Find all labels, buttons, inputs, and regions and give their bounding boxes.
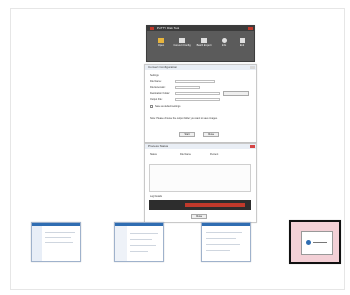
thumb-line [130,251,148,252]
destination-label: Destination Folder: [150,92,171,95]
output-label: Output File: [150,98,163,101]
thumb-line [45,237,71,238]
save-default-checkbox[interactable] [150,105,153,108]
info-icon [306,240,311,245]
status-col-file: File Name [180,153,191,156]
dialog-title-bar: Convert Configuration [145,65,256,70]
file-ext-field[interactable] [175,86,200,89]
folder-icon [158,38,164,43]
info-icon [221,38,227,43]
dialog-note: Note: Please choose the output folder yo… [150,117,218,120]
start-button[interactable]: Start [179,132,195,137]
thumb-line [206,232,242,233]
toolbar-button-convert[interactable]: Convert Config [173,36,191,56]
thumb-line [45,232,75,233]
thumb-line [130,245,156,246]
thumb-line [130,233,158,234]
thumb-line [206,250,230,251]
main-window: PuTTY Disk Tool Open Convert Config Batc… [146,25,255,62]
close-icon[interactable] [250,66,255,69]
thumbnail-alert-dialog[interactable] [289,220,341,264]
browse-button[interactable] [223,91,249,96]
settings-label: Settings [150,74,159,77]
log-area[interactable] [149,164,251,192]
thumb-alert-box [301,231,333,255]
close-button[interactable]: Close [203,132,219,137]
thumbnail-settings-form[interactable] [114,222,164,262]
toolbar-button-exit[interactable]: Exit [235,36,249,56]
status-close-button[interactable]: Close [191,214,207,219]
thumbnail-options-dialog[interactable] [201,222,251,262]
progress-fill [185,203,245,207]
main-title-bar: PuTTY Disk Tool [147,26,254,31]
status-col-percent: Percent [210,153,219,156]
save-default-label: Save as default settings [155,105,181,108]
export-icon [201,38,207,43]
thumb-sidebar [32,226,42,261]
destination-field[interactable] [175,92,220,95]
gallery-panel: PuTTY Disk Tool Open Convert Config Batc… [10,8,345,290]
toolbar-button-batch[interactable]: Batch Export [195,36,213,56]
thumb-line [45,242,73,243]
file-name-field[interactable] [175,80,215,83]
close-icon[interactable] [250,145,255,148]
thumbnail-explorer[interactable] [31,222,81,262]
app-logo-icon [150,26,154,30]
progress-bar [149,200,251,210]
toolbar: Open Convert Config Batch Export Info Ex… [153,36,249,56]
thumb-line [130,239,152,240]
status-col-status: Status [150,153,157,156]
exit-icon [239,38,245,43]
log-details-label: Log Details [150,195,162,198]
app-title: PuTTY Disk Tool [156,26,180,30]
thumb-sidebar [115,226,127,261]
thumb-line [313,242,327,243]
thumb-line [206,244,240,245]
status-title-bar: Process Status [145,144,256,149]
toolbar-button-open[interactable]: Open [153,36,169,56]
convert-dialog: Convert Configuration Settings File Name… [144,64,257,143]
status-window: Process Status Status File Name Percent … [144,143,257,223]
toolbar-button-info[interactable]: Info [217,36,231,56]
file-name-label: File Name: [150,80,162,83]
output-field[interactable] [175,98,220,101]
thumb-line [206,238,236,239]
thumb-title-bar [202,223,250,226]
convert-icon [179,38,185,43]
file-ext-label: File Extension: [150,86,166,89]
close-icon[interactable] [248,27,253,30]
